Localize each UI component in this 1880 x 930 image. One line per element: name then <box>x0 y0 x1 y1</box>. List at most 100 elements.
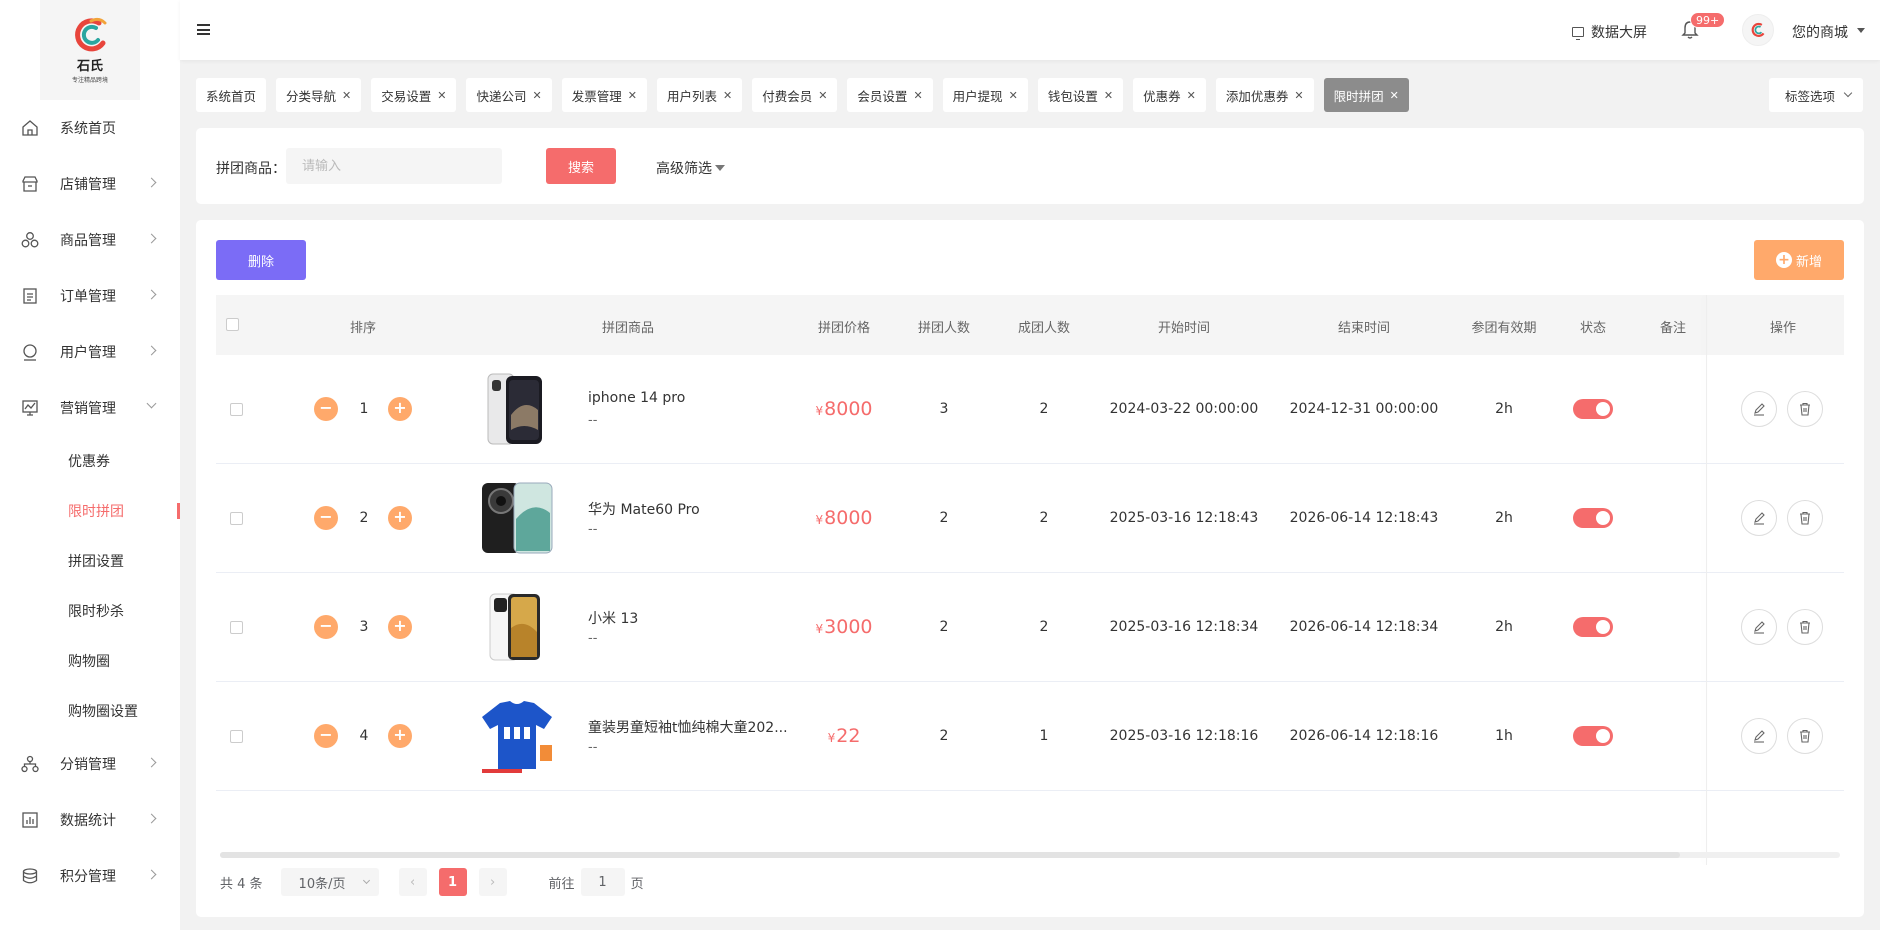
decrement-button[interactable]: − <box>314 724 338 748</box>
edit-button[interactable] <box>1741 391 1777 427</box>
points-icon <box>22 868 38 884</box>
tag-user-list[interactable]: 用户列表 ✕ <box>656 78 743 112</box>
sidebar-item-points[interactable]: 积分管理 <box>0 848 180 904</box>
column-header: 操作 <box>1769 321 1797 336</box>
tag-category-nav[interactable]: 分类导航 ✕ <box>276 78 362 112</box>
tag-member-settings[interactable]: 会员设置 ✕ <box>847 78 933 112</box>
chevron-right-icon <box>146 345 157 356</box>
close-icon[interactable]: ✕ <box>1009 89 1018 102</box>
decrement-button[interactable]: − <box>314 397 338 421</box>
advanced-filter-toggle[interactable]: 高级筛选 <box>656 158 725 178</box>
sidebar-item-home[interactable]: 系统首页 <box>0 100 180 156</box>
tag-trade-settings[interactable]: 交易设置 ✕ <box>371 78 457 112</box>
search-input[interactable] <box>286 148 502 184</box>
sidebar-subitem-flash-sale[interactable]: 限时秒杀 <box>0 586 180 636</box>
horizontal-scrollbar[interactable] <box>220 852 1840 858</box>
increment-button[interactable]: + <box>388 397 412 421</box>
sidebar-subitem-coupons[interactable]: 优惠券 <box>0 436 180 486</box>
delete-button[interactable]: 删除 <box>216 240 306 280</box>
tag-options-button[interactable]: 标签选项 <box>1769 78 1863 112</box>
search-button[interactable]: 搜索 <box>546 148 616 184</box>
page-button-current[interactable]: 1 <box>438 868 467 896</box>
tag-group-buy[interactable]: 限时拼团 ✕ <box>1323 78 1409 112</box>
goto-page: 前往 页 <box>549 868 644 896</box>
tag-label: 会员设置 <box>857 88 908 104</box>
close-icon[interactable]: ✕ <box>913 89 922 102</box>
table-row: − 4 + 童装男童短袖t恤纯棉大童202... -- ¥22 2 1 2025… <box>216 682 1844 791</box>
tag-paid-member[interactable]: 付费会员 ✕ <box>752 78 838 112</box>
row-checkbox[interactable] <box>230 403 243 416</box>
chevron-right-icon <box>146 813 157 824</box>
sidebar-item-goods[interactable]: 商品管理 <box>0 212 180 268</box>
sidebar-item-label: 积分管理 <box>60 869 116 885</box>
column-header: 开始时间 <box>1157 321 1211 336</box>
close-icon[interactable]: ✕ <box>1104 89 1113 102</box>
status-toggle[interactable] <box>1573 726 1613 746</box>
row-checkbox[interactable] <box>230 512 243 525</box>
tag-invoice[interactable]: 发票管理 ✕ <box>561 78 647 112</box>
sidebar-item-statistics[interactable]: 数据统计 <box>0 792 180 848</box>
sidebar-item-distribution[interactable]: 分销管理 <box>0 736 180 792</box>
sidebar-subitem-group-settings[interactable]: 拼团设置 <box>0 536 180 586</box>
status-toggle[interactable] <box>1573 399 1613 419</box>
start-time: 2025-03-16 12:18:43 <box>1109 510 1259 526</box>
sidebar-item-orders[interactable]: 订单管理 <box>0 268 180 324</box>
status-toggle[interactable] <box>1573 617 1613 637</box>
sidebar-item-marketing[interactable]: 营销管理 <box>0 380 180 436</box>
tag-add-coupon[interactable]: 添加优惠券 ✕ <box>1215 78 1314 112</box>
close-icon[interactable]: ✕ <box>628 89 637 102</box>
close-icon[interactable]: ✕ <box>437 89 446 102</box>
sidebar-item-store[interactable]: 店铺管理 <box>0 156 180 212</box>
edit-button[interactable] <box>1741 718 1777 754</box>
formed-count: 1 <box>1039 728 1049 744</box>
close-icon[interactable]: ✕ <box>723 89 732 102</box>
goto-page-input[interactable] <box>580 868 625 896</box>
avatar[interactable] <box>1742 14 1774 46</box>
sidebar-subitem-group-buy[interactable]: 限时拼团 <box>0 486 180 536</box>
price-value: 22 <box>836 725 861 747</box>
status-toggle[interactable] <box>1573 508 1613 528</box>
close-icon[interactable]: ✕ <box>1187 89 1196 102</box>
group-price: ¥8000 <box>816 507 873 529</box>
close-icon[interactable]: ✕ <box>818 89 827 102</box>
price-value: 8000 <box>824 507 873 529</box>
sidebar-item-users[interactable]: 用户管理 <box>0 324 180 380</box>
close-icon[interactable]: ✕ <box>1294 89 1303 102</box>
delete-row-button[interactable] <box>1787 391 1823 427</box>
decrement-button[interactable]: − <box>314 615 338 639</box>
goto-prefix: 前往 <box>548 876 575 892</box>
tag-express[interactable]: 快递公司 ✕ <box>466 78 552 112</box>
sort-value: 3 <box>359 619 369 635</box>
tag-wallet[interactable]: 钱包设置 ✕ <box>1037 78 1124 112</box>
menu-toggle-icon[interactable] <box>197 24 210 35</box>
tag-home[interactable]: 系统首页 <box>196 78 267 112</box>
row-checkbox[interactable] <box>230 621 243 634</box>
delete-row-button[interactable] <box>1787 500 1823 536</box>
close-icon[interactable]: ✕ <box>1390 89 1399 102</box>
data-screen-link[interactable]: 数据大屏 <box>1572 22 1647 42</box>
sidebar-subitem-shopping-circle[interactable]: 购物圈 <box>0 636 180 686</box>
increment-button[interactable]: + <box>388 615 412 639</box>
page-size-select[interactable]: 10条/页 <box>280 868 379 896</box>
decrement-button[interactable]: − <box>314 506 338 530</box>
prev-page-button[interactable]: ‹ <box>398 868 427 896</box>
increment-button[interactable]: + <box>388 724 412 748</box>
delete-row-button[interactable] <box>1787 718 1823 754</box>
close-icon[interactable]: ✕ <box>533 89 542 102</box>
add-button[interactable]: + 新增 <box>1754 240 1844 280</box>
tag-withdraw[interactable]: 用户提现 ✕ <box>942 78 1028 112</box>
tag-coupons[interactable]: 优惠券 ✕ <box>1133 78 1206 112</box>
delete-row-button[interactable] <box>1787 609 1823 645</box>
select-all-checkbox[interactable] <box>226 318 239 331</box>
monitor-icon <box>1572 27 1584 40</box>
sidebar-subitem-circle-settings[interactable]: 购物圈设置 <box>0 686 180 736</box>
increment-button[interactable]: + <box>388 506 412 530</box>
sidebar-subitem-label: 购物圈设置 <box>68 704 138 720</box>
close-icon[interactable]: ✕ <box>342 89 351 102</box>
row-checkbox[interactable] <box>230 730 243 743</box>
edit-button[interactable] <box>1741 609 1777 645</box>
edit-button[interactable] <box>1741 500 1777 536</box>
shop-name[interactable]: 您的商城 <box>1792 22 1848 42</box>
scrollbar-thumb[interactable] <box>220 852 1680 858</box>
next-page-button[interactable]: › <box>478 868 507 896</box>
